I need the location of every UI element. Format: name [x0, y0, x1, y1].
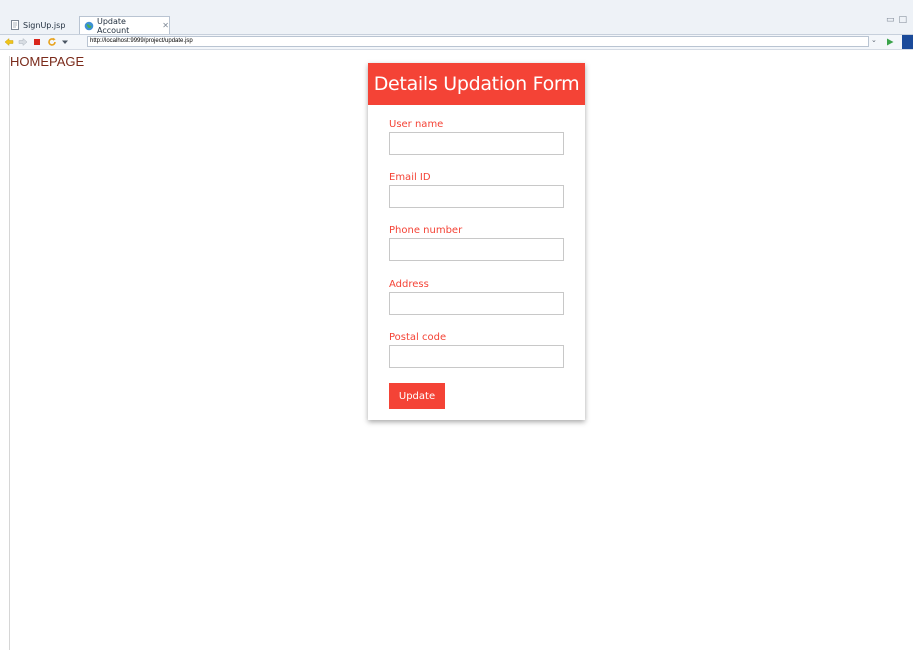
tab-signup-jsp[interactable]: SignUp.jsp — [10, 16, 72, 34]
email-field-group: Email ID — [389, 171, 564, 208]
window-controls: ▭□ — [886, 15, 911, 25]
postal-code-field-group: Postal code — [389, 331, 564, 368]
tab-label: SignUp.jsp — [23, 20, 66, 30]
form-title: Details Updation Form — [368, 63, 585, 105]
tab-update-account[interactable]: Update Account ✕ — [79, 16, 170, 35]
browser-toolbar: http://localhost:9999/project/update.jsp… — [0, 35, 913, 50]
address-input[interactable] — [389, 292, 564, 315]
url-address-bar[interactable]: http://localhost:9999/project/update.jsp — [87, 36, 869, 47]
minimize-icon[interactable]: ▭ — [886, 15, 899, 25]
forward-arrow-icon[interactable] — [17, 36, 29, 48]
address-dropdown-icon[interactable]: ⌄ — [871, 36, 877, 44]
go-play-icon[interactable] — [884, 36, 896, 48]
browser-window: SignUp.jsp Update Account ✕ ▭□ http://lo… — [0, 0, 913, 650]
address-label: Address — [389, 279, 429, 290]
dropdown-arrow-icon[interactable] — [59, 36, 71, 48]
maximize-icon[interactable]: □ — [898, 15, 911, 25]
email-label: Email ID — [389, 172, 431, 183]
homepage-link[interactable]: HOMEPAGE — [10, 54, 84, 69]
refresh-icon[interactable] — [46, 36, 58, 48]
page-left-border — [9, 56, 10, 650]
postal-code-label: Postal code — [389, 332, 447, 343]
file-icon — [10, 20, 20, 30]
address-field-group: Address — [389, 278, 564, 315]
user-name-field-group: User name — [389, 118, 564, 155]
url-separator — [73, 36, 85, 48]
postal-code-input[interactable] — [389, 345, 564, 368]
phone-field-group: Phone number — [389, 224, 564, 261]
editor-tab-bar: SignUp.jsp Update Account ✕ ▭□ — [0, 0, 913, 35]
update-button[interactable]: Update — [389, 383, 445, 409]
user-name-label: User name — [389, 119, 444, 130]
close-tab-icon[interactable]: ✕ — [162, 21, 169, 30]
update-form-card: Details Updation Form User name Email ID… — [368, 63, 585, 420]
globe-icon — [84, 21, 94, 31]
external-browser-icon[interactable] — [902, 35, 913, 49]
email-input[interactable] — [389, 185, 564, 208]
stop-icon[interactable] — [31, 36, 43, 48]
tab-label: Update Account — [97, 16, 130, 35]
user-name-input[interactable] — [389, 132, 564, 155]
phone-label: Phone number — [389, 225, 463, 236]
back-arrow-icon[interactable] — [3, 36, 15, 48]
phone-input[interactable] — [389, 238, 564, 261]
